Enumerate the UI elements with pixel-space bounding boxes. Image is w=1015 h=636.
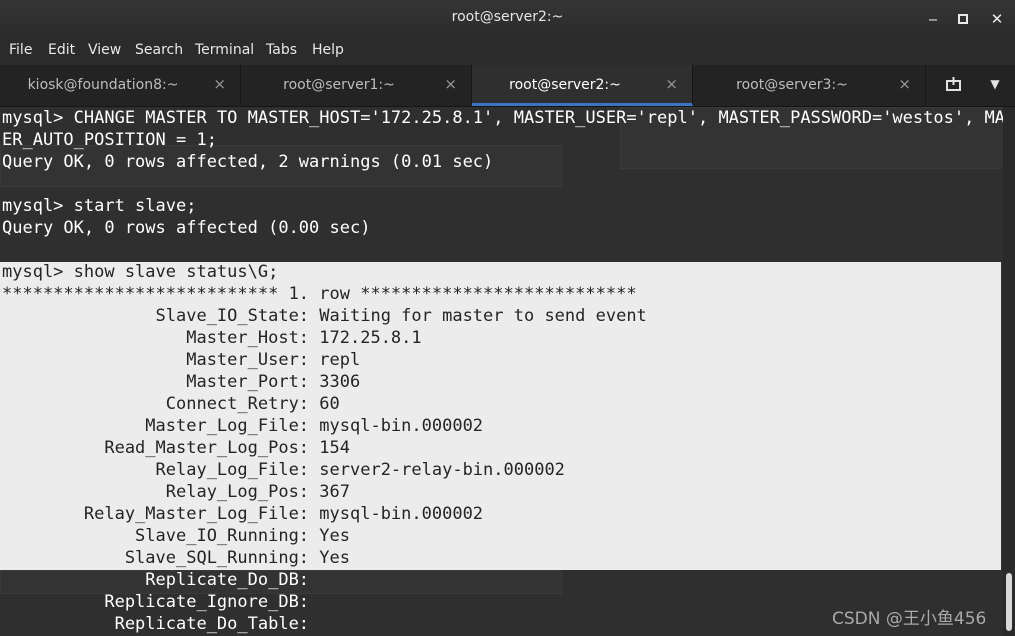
menu-help[interactable]: Help	[312, 42, 344, 58]
terminal-line: mysql> show slave status\G;	[2, 262, 279, 282]
terminal-line: Slave_SQL_Running: Yes	[2, 548, 350, 568]
tabs-menu-chevron-down-icon[interactable]: ▼	[984, 77, 1006, 91]
terminal-line: Replicate_Do_DB:	[2, 570, 310, 590]
tab-server1[interactable]: root@server1:~ ×	[241, 65, 472, 104]
terminal-line: Query OK, 0 rows affected, 2 warnings (0…	[2, 152, 494, 172]
tab-label: root@server1:~	[283, 77, 395, 93]
menu-view[interactable]: View	[88, 42, 121, 58]
tab-close-icon[interactable]: ×	[665, 75, 678, 93]
menu-terminal[interactable]: Terminal	[195, 42, 254, 58]
tab-close-icon[interactable]: ×	[213, 75, 226, 93]
close-icon[interactable]: ✕	[986, 8, 1008, 30]
terminal-line: Relay_Master_Log_File: mysql-bin.000002	[2, 504, 484, 524]
tab-label: root@server2:~	[509, 77, 621, 93]
terminal-output[interactable]: mysql> CHANGE MASTER TO MASTER_HOST='172…	[0, 107, 1003, 636]
terminal-line: Master_Port: 3306	[2, 372, 361, 392]
terminal-line: Master_Host: 172.25.8.1	[2, 328, 422, 348]
watermark: CSDN @王小鱼456	[832, 609, 987, 629]
tab-close-icon[interactable]: ×	[898, 75, 911, 93]
maximize-icon[interactable]	[952, 8, 974, 30]
tab-kiosk-foundation8[interactable]: kiosk@foundation8:~ ×	[0, 65, 241, 104]
terminal-line: Slave_IO_Running: Yes	[2, 526, 350, 546]
title-bar: root@server2:~ ‒ ✕	[0, 0, 1015, 39]
terminal-lines: mysql> CHANGE MASTER TO MASTER_HOST='172…	[2, 107, 1003, 635]
window-title: root@server2:~	[451, 9, 564, 25]
menu-tabs[interactable]: Tabs	[266, 42, 297, 58]
tab-close-icon[interactable]: ×	[444, 75, 457, 93]
terminal-line: Master_User: repl	[2, 350, 361, 370]
menu-bar: File Edit View Search Terminal Tabs Help	[0, 38, 1015, 65]
terminal-line: mysql> start slave;	[2, 196, 197, 216]
terminal-line: Master_Log_File: mysql-bin.000002	[2, 416, 484, 436]
tab-server3[interactable]: root@server3:~ ×	[693, 65, 926, 104]
terminal-line: ER_AUTO_POSITION = 1;	[2, 130, 217, 150]
scrollbar-thumb[interactable]	[1006, 573, 1012, 631]
menu-edit[interactable]: Edit	[48, 42, 75, 58]
tab-label: kiosk@foundation8:~	[27, 77, 179, 93]
vertical-scrollbar[interactable]	[1003, 107, 1015, 636]
minimize-icon[interactable]: ‒	[922, 8, 944, 30]
menu-search[interactable]: Search	[135, 42, 183, 58]
tab-bar: kiosk@foundation8:~ × root@server1:~ × r…	[0, 65, 1015, 107]
terminal-line: Connect_Retry: 60	[2, 394, 340, 414]
menu-file[interactable]: File	[9, 42, 32, 58]
new-tab-icon[interactable]	[943, 75, 965, 99]
terminal-line: Slave_IO_State: Waiting for master to se…	[2, 306, 647, 326]
terminal-line: *************************** 1. row *****…	[2, 284, 637, 304]
terminal-line: Read_Master_Log_Pos: 154	[2, 438, 350, 458]
terminal-line: Query OK, 0 rows affected (0.00 sec)	[2, 218, 371, 238]
terminal-line: mysql> CHANGE MASTER TO MASTER_HOST='172…	[2, 108, 1003, 128]
terminal-line: Relay_Log_File: server2-relay-bin.000002	[2, 460, 565, 480]
tab-label: root@server3:~	[736, 77, 848, 93]
tab-server2[interactable]: root@server2:~ ×	[472, 65, 693, 106]
terminal-line: Relay_Log_Pos: 367	[2, 482, 350, 502]
